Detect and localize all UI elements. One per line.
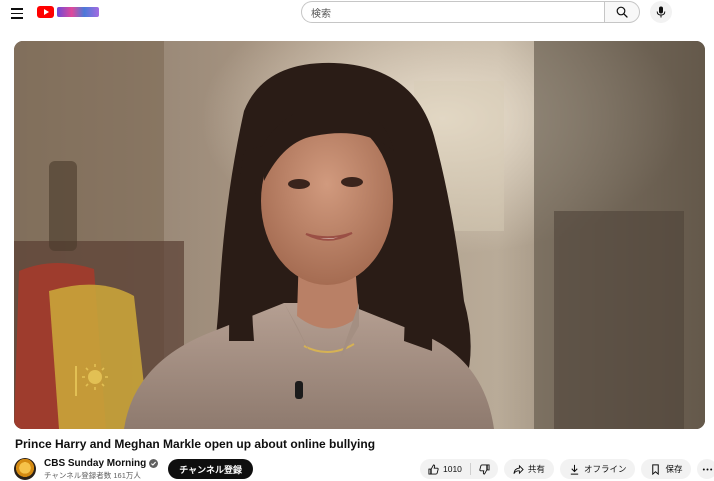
channel-owner-row: CBS Sunday Morning チャンネル登録者数 161万人 チャンネル… <box>14 457 253 481</box>
like-button[interactable]: 1010 <box>420 459 470 479</box>
masthead: 検索 <box>0 0 714 26</box>
doodle-wordmark-icon <box>57 7 99 17</box>
video-actions: 1010 共有 オフライン 保存 <box>420 459 714 479</box>
video-player[interactable] <box>14 41 705 429</box>
channel-name[interactable]: CBS Sunday Morning <box>44 458 146 469</box>
microphone-icon <box>656 6 666 18</box>
thumbs-down-icon <box>479 463 490 475</box>
bookmark-icon <box>652 463 660 475</box>
hamburger-menu-icon[interactable] <box>8 4 26 22</box>
like-count: 1010 <box>443 464 462 474</box>
share-arrow-icon <box>513 464 524 474</box>
video-frame-image <box>14 41 705 429</box>
more-horizontal-icon <box>702 467 713 471</box>
youtube-logo[interactable] <box>37 5 99 19</box>
save-label: 保存 <box>665 464 683 474</box>
search-input[interactable]: 検索 <box>301 1 604 23</box>
search-icon <box>616 6 628 18</box>
youtube-play-icon <box>37 6 54 18</box>
more-actions-button[interactable] <box>697 459 714 479</box>
save-button[interactable]: 保存 <box>641 459 692 479</box>
channel-name-row: CBS Sunday Morning <box>44 458 159 469</box>
verified-badge-icon <box>149 458 159 468</box>
search-button[interactable] <box>604 1 640 23</box>
subscriber-count: チャンネル登録者数 161万人 <box>44 470 141 480</box>
like-dislike-group: 1010 <box>420 459 498 479</box>
offline-label: オフライン <box>583 464 627 474</box>
dislike-button[interactable] <box>471 459 498 479</box>
download-offline-button[interactable]: オフライン <box>559 459 636 479</box>
voice-search-button[interactable] <box>650 1 672 23</box>
channel-info: CBS Sunday Morning チャンネル登録者数 161万人 <box>44 458 159 481</box>
share-label: 共有 <box>527 464 545 474</box>
channel-avatar[interactable] <box>14 458 36 480</box>
search-box: 検索 <box>301 1 640 23</box>
subscribe-button[interactable]: チャンネル登録 <box>168 459 253 479</box>
share-button[interactable]: 共有 <box>503 459 554 479</box>
thumbs-up-icon <box>428 463 439 475</box>
video-title: Prince Harry and Meghan Markle open up a… <box>15 437 376 451</box>
download-icon <box>570 464 579 475</box>
